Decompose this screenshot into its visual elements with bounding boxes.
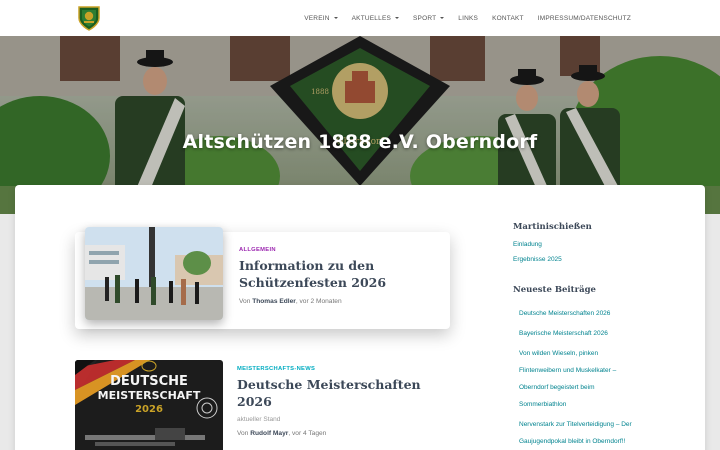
- menu-item-links[interactable]: LINKS: [451, 15, 485, 22]
- menu-item-sport[interactable]: SPORT: [406, 15, 451, 22]
- menu-item-aktuelles[interactable]: AKTUELLES: [345, 15, 406, 22]
- recent-posts-list: Deutsche Meisterschaften 2026 Bayerische…: [519, 305, 663, 450]
- post-category[interactable]: ALLGEMEIN: [239, 247, 439, 253]
- recent-post-link[interactable]: Bayerische Meisterschaft 2026: [519, 325, 663, 342]
- sidebar-link-ergebnisse[interactable]: Ergebnisse 2025: [513, 256, 663, 263]
- post-title-line[interactable]: Schützenfesten 2026: [239, 274, 439, 291]
- thumb-text: DEUTSCHE: [110, 374, 188, 389]
- recent-post-link-line[interactable]: Sommerbiathlon: [519, 396, 663, 413]
- post-title-line[interactable]: Information zu den: [239, 257, 439, 274]
- recent-post-link[interactable]: Nervenstark zur Titelverteidigung – Der: [519, 416, 663, 433]
- post-author[interactable]: Thomas Edler: [252, 298, 296, 305]
- post-title[interactable]: Deutsche Meisterschaften 2026: [237, 376, 447, 410]
- menu-item-verein[interactable]: VEREIN: [297, 15, 344, 22]
- sidebar: Martinischießen Einladung Ergebnisse 202…: [513, 222, 663, 450]
- top-navbar: VEREIN AKTUELLES SPORT LINKS KONTAKT IMP…: [0, 0, 720, 36]
- caret-down-icon: [395, 17, 400, 19]
- sidebar-link-einladung[interactable]: Einladung: [513, 241, 663, 248]
- meta-by: Von: [239, 298, 251, 305]
- widget-title-recent-posts: Neueste Beiträge: [513, 285, 596, 295]
- recent-post-link[interactable]: Deutsche Meisterschaften 2026: [519, 305, 663, 322]
- post-meta: Von Thomas Edler, vor 2 Monaten: [239, 298, 439, 305]
- menu-label: VEREIN: [304, 14, 330, 22]
- post-card: ALLGEMEIN Information zu den Schützenfes…: [75, 227, 450, 329]
- thumb-text: 2026: [135, 404, 163, 415]
- thumb-text: MEISTERSCHAFT: [98, 389, 201, 402]
- post-time: , vor 2 Monaten: [295, 298, 342, 305]
- recent-post-link[interactable]: Von wilden Wieseln, pinken: [519, 345, 663, 362]
- recent-post-link-line[interactable]: Gaujugendpokal bleibt in Oberndorf!!: [519, 433, 663, 450]
- menu-label: AKTUELLES: [351, 14, 392, 22]
- post-card: DEUTSCHE MEISTERSCHAFT 2026 MEISTERSCHAF…: [75, 360, 450, 450]
- caret-down-icon: [333, 17, 338, 19]
- recent-post-link-line[interactable]: Oberndorf begeistert beim: [519, 379, 663, 396]
- menu-item-impressum[interactable]: IMPRESSUM/DATENSCHUTZ: [531, 15, 638, 22]
- post-category[interactable]: MEISTERSCHAFTS-NEWS: [237, 366, 447, 372]
- caret-down-icon: [440, 17, 445, 19]
- post-thumbnail[interactable]: [85, 227, 223, 320]
- menu-label: KONTAKT: [492, 14, 524, 22]
- post-meta: Von Rudolf Mayr, vor 4 Tagen: [237, 430, 447, 437]
- post-thumbnail[interactable]: DEUTSCHE MEISTERSCHAFT 2026: [75, 360, 223, 450]
- post-time: , vor 4 Tagen: [288, 430, 327, 437]
- recent-post-link-line[interactable]: Flintenweibern und Muskelkater –: [519, 362, 663, 379]
- menu-item-kontakt[interactable]: KONTAKT: [485, 15, 531, 22]
- post-title[interactable]: Information zu den Schützenfesten 2026: [239, 257, 439, 291]
- main-menu: VEREIN AKTUELLES SPORT LINKS KONTAKT IMP…: [297, 0, 638, 36]
- meta-by: Von: [237, 430, 249, 437]
- post-author[interactable]: Rudolf Mayr: [250, 430, 288, 437]
- menu-label: SPORT: [413, 14, 437, 22]
- post-excerpt: aktueller Stand: [237, 416, 281, 423]
- menu-label: IMPRESSUM/DATENSCHUTZ: [537, 14, 631, 22]
- site-title: Altschützen 1888 e.V. Oberndorf: [182, 131, 538, 153]
- widget-title-martinischiessen: Martinischießen: [513, 222, 592, 232]
- main-content: ALLGEMEIN Information zu den Schützenfes…: [15, 185, 705, 450]
- club-logo[interactable]: [75, 4, 103, 32]
- menu-label: LINKS: [458, 14, 479, 22]
